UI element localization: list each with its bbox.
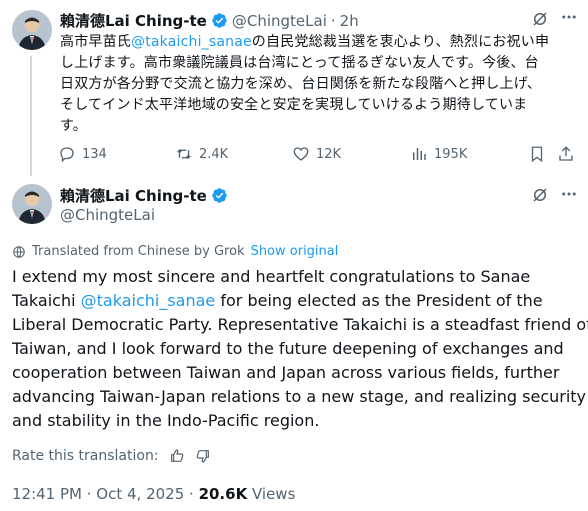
thread-line: [30, 56, 32, 176]
top-text-part1: 高市早苗氏: [60, 34, 131, 50]
main-mention-link[interactable]: @takaichi_sanae: [81, 291, 216, 310]
grok-icon[interactable]: [531, 10, 549, 28]
main-text-line1: I extend my most sincere and heartfelt c…: [12, 267, 531, 286]
like-button[interactable]: 12K: [292, 145, 341, 163]
views-button[interactable]: 195K: [410, 145, 467, 163]
tweet-timestamp[interactable]: 12:41 PM · Oct 4, 2025 ·: [12, 485, 199, 503]
repost-count: 2.4K: [199, 146, 229, 162]
like-count: 12K: [316, 146, 342, 162]
verified-badge-icon: [211, 12, 228, 29]
reply-icon: [60, 147, 74, 163]
views-count: 195K: [434, 146, 468, 162]
main-text-line6: advancing Taiwan-Japan relations to a ne…: [12, 387, 587, 406]
views-count-main: 20.6K: [198, 485, 248, 503]
share-icon[interactable]: [557, 145, 575, 163]
top-text-line3: 日双方が各分野で交流と協力を深め、台日関係を新たな段階へと押し上げ、: [60, 76, 542, 92]
avatar-top[interactable]: [12, 10, 52, 50]
verified-badge-icon: [211, 187, 228, 204]
views-icon: [413, 148, 426, 160]
translate-icon: [13, 245, 25, 258]
thumbs-down-icon[interactable]: [195, 448, 211, 464]
repost-icon: [177, 148, 191, 160]
top-text-line2: し上げます。高市衆議院議員は台湾にとって揺るぎない友人です。今後、台: [60, 55, 539, 71]
thumbs-up-icon[interactable]: [169, 448, 185, 464]
main-text-line3: Liberal Democratic Party. Representative…: [12, 315, 588, 334]
views-label: Views: [247, 485, 296, 503]
reply-button[interactable]: 134: [58, 145, 107, 163]
bookmark-icon[interactable]: [528, 145, 546, 163]
main-text-line2a: Takaichi: [12, 291, 81, 310]
tweet-meta: 12:41 PM · Oct 4, 2025 · 20.6K Views: [12, 485, 295, 503]
top-text-line4: そしてインド太平洋地域の安全と安定を実現していけるよう期待していま: [60, 97, 528, 113]
main-tweet-text: I extend my most sincere and heartfelt c…: [12, 265, 588, 433]
main-text-line7: and stability in the Indo-Pacific region…: [12, 411, 320, 430]
main-text-line2b: for being elected as the President of th…: [215, 291, 543, 310]
like-icon: [293, 147, 309, 161]
reply-count: 134: [82, 146, 107, 162]
main-text-line5: cooperation between Taiwan and Japan acr…: [12, 363, 560, 382]
rate-label: Rate this translation:: [12, 448, 159, 464]
author-handle[interactable]: @ChingteLai: [232, 12, 327, 30]
more-icon[interactable]: [560, 185, 578, 203]
rate-translation: Rate this translation:: [12, 448, 211, 464]
more-icon[interactable]: [560, 8, 578, 26]
show-original-link[interactable]: Show original: [251, 244, 339, 259]
translated-label: Translated from Chinese by Grok: [32, 244, 245, 259]
main-author-handle[interactable]: @ChingteLai: [60, 206, 155, 224]
grok-icon[interactable]: [531, 186, 549, 204]
top-tweet-text: 高市早苗氏@takaichi_sanaeの自民党総裁当選を衷心より、熱烈にお祝い…: [60, 32, 580, 137]
author-name[interactable]: 賴清德Lai Ching-te: [60, 10, 207, 31]
repost-button[interactable]: 2.4K: [175, 145, 228, 163]
main-text-line4: Taiwan, and I look forward to the future…: [12, 339, 564, 358]
tweet-time[interactable]: 2h: [340, 12, 359, 30]
translation-info: Translated from Chinese by Grok Show ori…: [12, 244, 338, 259]
top-text-part2: の自民党総裁当選を衷心より、熱烈にお祝い申: [251, 34, 550, 50]
separator-dot: ·: [330, 11, 336, 30]
top-text-line5: す。: [60, 118, 87, 134]
main-author-name[interactable]: 賴清德Lai Ching-te: [60, 185, 207, 206]
avatar-main[interactable]: [12, 184, 52, 224]
mention-link[interactable]: @takaichi_sanae: [131, 34, 252, 50]
